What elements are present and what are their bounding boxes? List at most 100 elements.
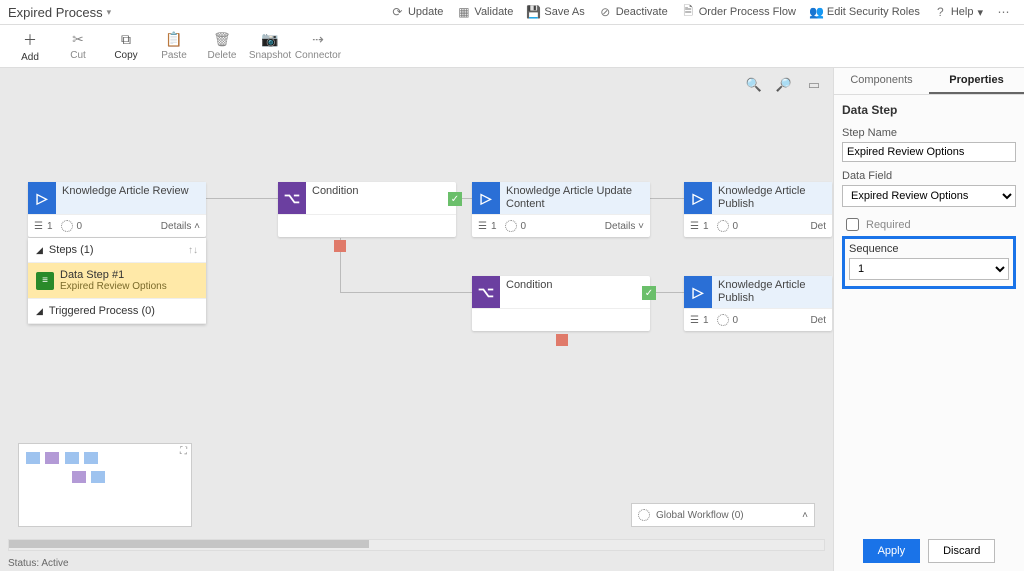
steps-count: 1 bbox=[491, 221, 497, 232]
datafield-select[interactable]: Expired Review Options bbox=[842, 185, 1016, 207]
save-icon: 💾 bbox=[527, 6, 540, 19]
saveas-button[interactable]: 💾Save As bbox=[521, 4, 590, 21]
copy-icon: ⧉ bbox=[121, 31, 131, 48]
node-title: Knowledge Article Review bbox=[56, 182, 195, 201]
update-label: Update bbox=[408, 6, 443, 18]
node-title: Knowledge Article Publish bbox=[712, 276, 832, 308]
condition-node-2[interactable]: ⌥Condition bbox=[472, 276, 650, 331]
minimap-node bbox=[26, 452, 40, 464]
add-button[interactable]: ＋Add bbox=[6, 26, 54, 66]
reorder-icon[interactable]: ↑↓ bbox=[188, 245, 198, 256]
triggered-row[interactable]: ◢Triggered Process (0) bbox=[28, 299, 206, 324]
steps-count: 1 bbox=[47, 221, 53, 232]
help-icon: ? bbox=[934, 6, 947, 19]
delete-button[interactable]: 🗑 Delete bbox=[198, 26, 246, 66]
maximize-icon[interactable]: ⛶ bbox=[180, 446, 187, 457]
stepname-input[interactable] bbox=[842, 142, 1016, 162]
roles-icon: 👥 bbox=[810, 6, 823, 19]
datafield-label: Data Field bbox=[842, 170, 1016, 182]
stage-icon: ▷ bbox=[684, 182, 712, 214]
top-bar: Expired Process ▾ ⟳Update ▦ Validate 💾Sav… bbox=[0, 0, 1024, 25]
plus-icon: ＋ bbox=[23, 30, 37, 50]
sequence-select[interactable]: 1 bbox=[849, 258, 1009, 280]
editroles-button[interactable]: 👥Edit Security Roles bbox=[804, 4, 926, 21]
spinner-icon bbox=[717, 220, 729, 232]
steps-row[interactable]: ◢Steps (1)↑↓ bbox=[28, 238, 206, 263]
stage-node-publish-2[interactable]: ▷Knowledge Article Publish ☰10Det bbox=[684, 276, 832, 331]
update-button[interactable]: ⟳Update bbox=[385, 4, 449, 21]
help-label: Help bbox=[951, 6, 974, 18]
node-title: Knowledge Article Update Content bbox=[500, 182, 650, 214]
help-button[interactable]: ? Help▾ bbox=[928, 4, 989, 21]
camera-icon: 📷 bbox=[261, 31, 278, 48]
paste-button[interactable]: 📋Paste bbox=[150, 26, 198, 66]
process-count: 0 bbox=[733, 221, 739, 232]
minimap[interactable]: ⛶ bbox=[18, 443, 192, 527]
process-title[interactable]: Expired Process ▾ bbox=[8, 5, 111, 20]
stage-node-review[interactable]: ▷Knowledge Article Review ☰10Details ˄ bbox=[28, 182, 206, 237]
condition-node-1[interactable]: ⌥Condition bbox=[278, 182, 456, 237]
details-toggle[interactable]: Details ˄ bbox=[161, 221, 200, 232]
minimap-node bbox=[91, 471, 105, 483]
steps-count: 1 bbox=[703, 221, 709, 232]
node-title: Knowledge Article Publish bbox=[712, 182, 832, 214]
data-step-row[interactable]: ≡Data Step #1Expired Review Options bbox=[28, 263, 206, 299]
spinner-icon bbox=[717, 314, 729, 326]
datastep-sub: Expired Review Options bbox=[60, 281, 167, 292]
process-count: 0 bbox=[521, 221, 527, 232]
apply-button[interactable]: Apply bbox=[863, 539, 921, 563]
steps-icon: ☰ bbox=[690, 221, 699, 232]
snapshot-label: Snapshot bbox=[249, 50, 291, 61]
delete-label: Delete bbox=[208, 50, 237, 61]
tab-components[interactable]: Components bbox=[834, 68, 929, 94]
more-icon: ⋯ bbox=[997, 6, 1010, 19]
minimap-node bbox=[84, 452, 98, 464]
steps-count: 1 bbox=[703, 315, 709, 326]
validate-button[interactable]: ▦ Validate bbox=[451, 4, 519, 21]
command-bar: ＋Add ✂ Cut ⧉ Copy 📋Paste 🗑 Delete 📷 Snapshot… bbox=[0, 25, 1024, 68]
details-toggle[interactable]: Details ˅ bbox=[605, 221, 644, 232]
minimap-node bbox=[65, 452, 79, 464]
cut-icon: ✂ bbox=[72, 31, 84, 48]
details-toggle[interactable]: Det bbox=[810, 221, 826, 232]
discard-button[interactable]: Discard bbox=[928, 539, 995, 563]
copy-button[interactable]: ⧉ Copy bbox=[102, 26, 150, 66]
connector-icon: ⇢ bbox=[312, 31, 324, 48]
triangle-icon: ◢ bbox=[36, 306, 43, 317]
copy-label: Copy bbox=[114, 50, 137, 61]
delete-icon: 🗑 bbox=[213, 31, 231, 48]
canvas[interactable]: 🔍 🔎 ▭ ▷Knowledge Article Review ☰10Detai… bbox=[0, 68, 833, 571]
stage-node-update[interactable]: ▷Knowledge Article Update Content ☰10Det… bbox=[472, 182, 650, 237]
orderflow-label: Order Process Flow bbox=[699, 6, 796, 18]
stage-icon: ▷ bbox=[684, 276, 712, 308]
stage-node-publish-1[interactable]: ▷Knowledge Article Publish ☰ 1 0 Det bbox=[684, 182, 832, 237]
horizontal-scrollbar[interactable] bbox=[8, 539, 825, 551]
required-check[interactable] bbox=[846, 218, 859, 231]
spinner-icon bbox=[61, 220, 73, 232]
orderflow-button[interactable]: 🗎Order Process Flow bbox=[676, 4, 802, 21]
required-checkbox[interactable]: Required bbox=[842, 215, 1016, 234]
cut-button[interactable]: ✂ Cut bbox=[54, 26, 102, 66]
true-branch-icon: ✓ bbox=[448, 192, 462, 206]
global-workflow-label: Global Workflow (0) bbox=[656, 510, 744, 521]
scrollbar-thumb[interactable] bbox=[9, 540, 369, 548]
global-workflow[interactable]: Global Workflow (0) ˄ bbox=[631, 503, 815, 527]
stage-icon: ▷ bbox=[472, 182, 500, 214]
cut-label: Cut bbox=[70, 50, 86, 61]
snapshot-button[interactable]: 📷 Snapshot bbox=[246, 26, 294, 66]
triangle-icon: ◢ bbox=[36, 245, 43, 256]
chevron-down-icon: ▾ bbox=[107, 7, 112, 18]
validate-icon: ▦ bbox=[457, 6, 470, 19]
validate-label: Validate bbox=[474, 6, 513, 18]
chevron-down-icon: ▾ bbox=[977, 6, 983, 19]
minimap-node bbox=[72, 471, 86, 483]
connector-line bbox=[206, 198, 278, 199]
deactivate-button[interactable]: ⊘Deactivate bbox=[593, 4, 674, 21]
connector-label: Connector bbox=[295, 50, 341, 61]
tab-properties[interactable]: Properties bbox=[929, 68, 1024, 94]
more-button[interactable]: ⋯ bbox=[991, 4, 1016, 21]
details-toggle[interactable]: Det bbox=[810, 315, 826, 326]
condition-icon: ⌥ bbox=[472, 276, 500, 308]
process-count: 0 bbox=[77, 221, 83, 232]
connector-button[interactable]: ⇢ Connector bbox=[294, 26, 342, 66]
